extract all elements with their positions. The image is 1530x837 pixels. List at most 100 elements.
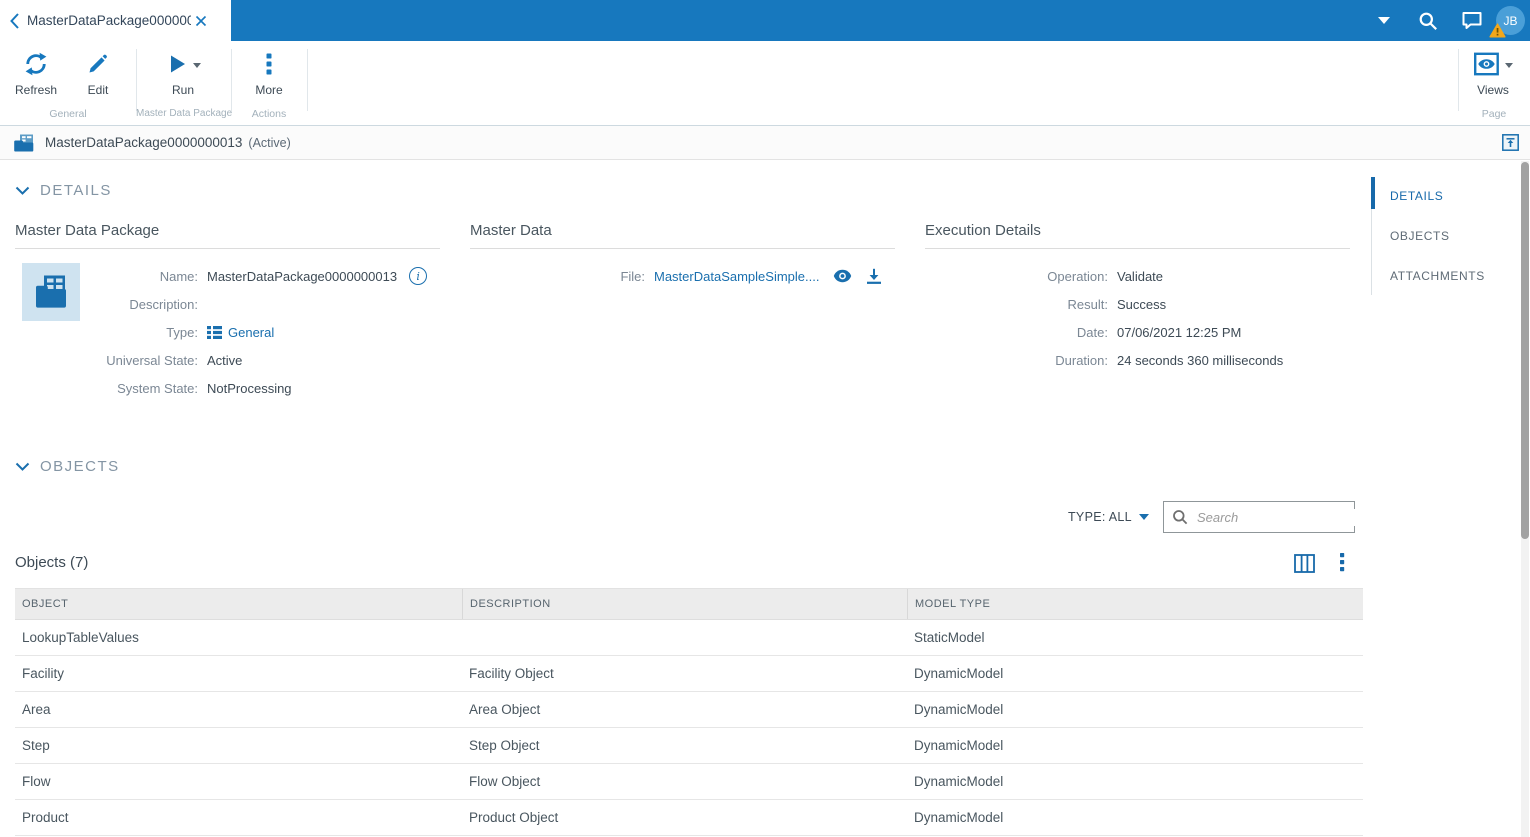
- cell-description: [462, 620, 907, 655]
- type-filter-dropdown[interactable]: TYPE: ALL: [1068, 510, 1149, 524]
- cell-model-type: DynamicModel: [907, 764, 1363, 799]
- run-button-label: Run: [150, 83, 216, 97]
- chevron-down-icon: [15, 462, 30, 471]
- cell-object: LookupTableValues: [15, 620, 462, 655]
- more-button[interactable]: More: [241, 49, 297, 97]
- sidebar-item-label: OBJECTS: [1390, 229, 1450, 243]
- more-icon: [241, 49, 297, 79]
- objects-section-label: OBJECTS: [40, 458, 120, 475]
- preview-icon[interactable]: [833, 269, 852, 283]
- chevron-down-icon: [1139, 514, 1149, 520]
- field-label: Date:: [925, 325, 1108, 340]
- section-nav: DETAILS OBJECTS ATTACHMENTS: [1371, 176, 1496, 296]
- avatar[interactable]: JB: [1496, 6, 1525, 35]
- back-icon[interactable]: [10, 13, 19, 29]
- panel-title-master-data-package: Master Data Package: [15, 222, 440, 249]
- tab-title: MasterDataPackage0000000013: [27, 13, 191, 28]
- cell-object: Product: [15, 800, 462, 835]
- edit-button-label: Edit: [70, 83, 126, 97]
- field-label: Operation:: [925, 269, 1108, 284]
- table-row[interactable]: Facility Facility Object DynamicModel: [15, 656, 1363, 692]
- objects-section-toggle[interactable]: OBJECTS: [15, 458, 120, 475]
- more-options-icon[interactable]: [1340, 553, 1345, 573]
- download-icon[interactable]: [866, 268, 882, 284]
- refresh-button[interactable]: Refresh: [8, 49, 64, 97]
- edit-icon: [70, 49, 126, 79]
- search-input[interactable]: [1195, 509, 1375, 526]
- cell-model-type: DynamicModel: [907, 728, 1363, 763]
- file-link[interactable]: MasterDataSampleSimple....: [654, 269, 819, 284]
- toolbar-separator: [307, 49, 308, 111]
- package-image: [22, 263, 80, 321]
- type-filter-label: TYPE: ALL: [1068, 510, 1132, 524]
- toolbar-group-actions: Actions: [231, 108, 307, 120]
- cell-object: Flow: [15, 764, 462, 799]
- sidebar-item-attachments[interactable]: ATTACHMENTS: [1371, 256, 1496, 296]
- run-button[interactable]: Run: [150, 49, 216, 97]
- master-data-package-icon: [14, 134, 34, 152]
- field-value: Active: [207, 353, 242, 368]
- toolbar-group-general: General: [0, 108, 136, 120]
- cell-description: Step Object: [462, 728, 907, 763]
- type-link[interactable]: General: [228, 325, 274, 340]
- refresh-icon: [8, 49, 64, 79]
- table-row[interactable]: LookupTableValues StaticModel: [15, 620, 1363, 656]
- application-window: JB MasterDataPackage0000000013: [0, 0, 1530, 837]
- table-row[interactable]: Area Area Object DynamicModel: [15, 692, 1363, 728]
- toolbar-separator: [136, 49, 137, 111]
- sidebar-item-label: DETAILS: [1390, 189, 1443, 203]
- search-icon[interactable]: [1406, 0, 1450, 41]
- field-label: File:: [470, 269, 645, 284]
- field-label: Duration:: [925, 353, 1108, 368]
- field-duration: Duration: 24 seconds 360 milliseconds: [925, 346, 1350, 374]
- cell-object: Step: [15, 728, 462, 763]
- views-button[interactable]: Views: [1462, 49, 1524, 97]
- toolbar-separator: [1458, 49, 1459, 111]
- sidebar-item-label: ATTACHMENTS: [1390, 269, 1485, 283]
- field-value: Validate: [1117, 269, 1163, 284]
- record-tab[interactable]: MasterDataPackage0000000013: [0, 0, 231, 41]
- details-section-toggle[interactable]: DETAILS: [15, 182, 112, 199]
- column-header-model-type[interactable]: MODEL TYPE: [907, 589, 1363, 619]
- views-button-label: Views: [1462, 83, 1524, 97]
- page-title: MasterDataPackage0000000013: [45, 135, 242, 150]
- collapse-header-icon[interactable]: [1502, 134, 1519, 151]
- table-row[interactable]: Flow Flow Object DynamicModel: [15, 764, 1363, 800]
- sidebar-item-details[interactable]: DETAILS: [1371, 176, 1496, 216]
- field-value: 24 seconds 360 milliseconds: [1117, 353, 1283, 368]
- field-result: Result: Success: [925, 290, 1350, 318]
- field-value: NotProcessing: [207, 381, 292, 396]
- cell-description: Facility Object: [462, 656, 907, 691]
- cell-description: Area Object: [462, 692, 907, 727]
- chevron-down-icon: [193, 63, 201, 68]
- scrollbar[interactable]: [1521, 161, 1529, 837]
- field-label: Result:: [925, 297, 1108, 312]
- status-badge: (Active): [248, 136, 290, 150]
- table-row[interactable]: Product Product Object DynamicModel: [15, 800, 1363, 836]
- chat-icon[interactable]: [1450, 0, 1494, 41]
- cell-model-type: DynamicModel: [907, 800, 1363, 835]
- scrollbar-thumb[interactable]: [1521, 162, 1529, 539]
- field-label: Type:: [15, 325, 198, 340]
- info-icon[interactable]: [409, 267, 427, 285]
- chevron-down-icon[interactable]: [1362, 0, 1406, 41]
- toolbar: Refresh Edit Run More: [0, 41, 1530, 126]
- panel-title-execution-details: Execution Details: [925, 222, 1350, 249]
- search-icon: [1172, 509, 1188, 525]
- toolbar-group-master-data-package: Master Data Package: [136, 108, 231, 119]
- field-date: Date: 07/06/2021 12:25 PM: [925, 318, 1350, 346]
- views-icon: [1462, 49, 1524, 79]
- sidebar-item-objects[interactable]: OBJECTS: [1371, 216, 1496, 256]
- close-icon[interactable]: [195, 15, 207, 27]
- cell-object: Area: [15, 692, 462, 727]
- table-row[interactable]: Step Step Object DynamicModel: [15, 728, 1363, 764]
- edit-button[interactable]: Edit: [70, 49, 126, 97]
- topbar-actions: JB: [1362, 0, 1530, 41]
- toolbar-separator: [231, 49, 232, 111]
- column-header-object[interactable]: OBJECT: [15, 589, 462, 619]
- column-settings-icon[interactable]: [1294, 554, 1315, 573]
- warning-icon: [1489, 23, 1506, 38]
- column-header-description[interactable]: DESCRIPTION: [462, 589, 907, 619]
- chevron-down-icon: [1505, 63, 1513, 68]
- table-header-row: OBJECT DESCRIPTION MODEL TYPE: [15, 588, 1363, 620]
